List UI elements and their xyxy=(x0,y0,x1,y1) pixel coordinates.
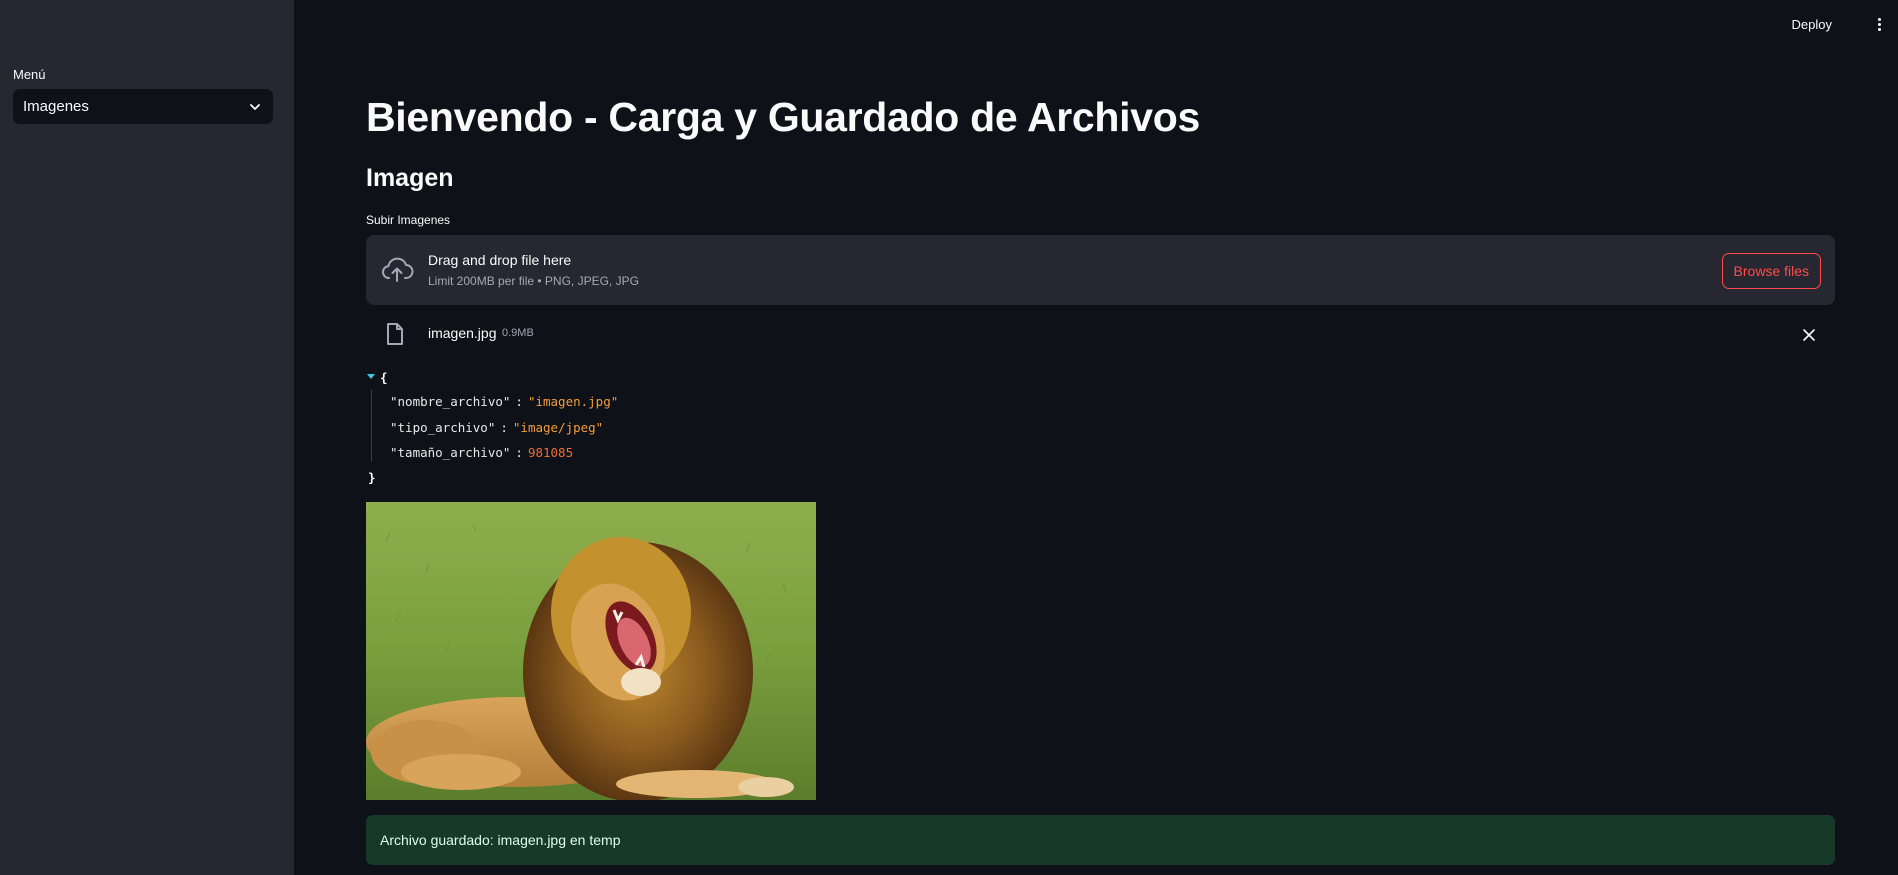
sidebar: Menú Imagenes xyxy=(0,0,294,875)
page-title: Bienvendo - Carga y Guardado de Archivos xyxy=(366,94,1201,140)
section-subheader: Imagen xyxy=(366,164,454,192)
json-entry: "nombre_archivo": "imagen.jpg" xyxy=(390,394,618,409)
json-value: "imagen.jpg" xyxy=(527,394,619,409)
json-close-brace: } xyxy=(368,470,376,485)
json-open-brace: { xyxy=(380,370,388,385)
json-key: "nombre_archivo" xyxy=(390,394,511,409)
more-vertical-icon[interactable] xyxy=(1872,14,1886,34)
json-colon: : xyxy=(500,420,508,435)
file-dropzone[interactable]: Drag and drop file here Limit 200MB per … xyxy=(366,235,1835,305)
cloud-upload-icon xyxy=(380,254,414,286)
uploader-label: Subir Imagenes xyxy=(366,213,451,227)
close-icon[interactable] xyxy=(1799,325,1819,345)
file-icon xyxy=(385,322,405,346)
menu-select[interactable]: Imagenes xyxy=(13,89,273,124)
uploaded-file-size: 0.9MB xyxy=(502,327,534,339)
json-colon: : xyxy=(515,394,523,409)
json-key: "tamaño_archivo" xyxy=(390,445,511,460)
main-content: Bienvendo - Carga y Guardado de Archivos… xyxy=(366,0,1835,875)
app: Menú Imagenes Deploy Bienvendo - Carga y… xyxy=(0,0,1898,875)
json-guide-line xyxy=(371,390,372,462)
dropzone-text: Drag and drop file here Limit 200MB per … xyxy=(428,252,639,288)
json-value: 981085 xyxy=(527,445,574,460)
json-colon: : xyxy=(515,445,523,460)
menu-select-value: Imagenes xyxy=(23,98,89,115)
browse-files-button[interactable]: Browse files xyxy=(1721,253,1821,289)
dropzone-limit: Limit 200MB per file • PNG, JPEG, JPG xyxy=(428,274,639,288)
uploaded-file-name: imagen.jpg xyxy=(428,325,497,341)
dropzone-title: Drag and drop file here xyxy=(428,252,572,268)
json-entry: "tamaño_archivo":981085 xyxy=(390,445,573,460)
caret-down-icon[interactable] xyxy=(367,374,375,379)
json-entry: "tipo_archivo": "image/jpeg" xyxy=(390,420,603,435)
json-key: "tipo_archivo" xyxy=(390,420,496,435)
uploaded-file-row: imagen.jpg 0.9MB xyxy=(366,320,1835,350)
chevron-down-icon xyxy=(247,99,263,115)
success-alert: Archivo guardado: imagen.jpg en temp xyxy=(366,815,1835,865)
menu-label: Menú xyxy=(13,67,46,82)
uploaded-image xyxy=(366,502,816,800)
json-value: "image/jpeg" xyxy=(512,420,604,435)
